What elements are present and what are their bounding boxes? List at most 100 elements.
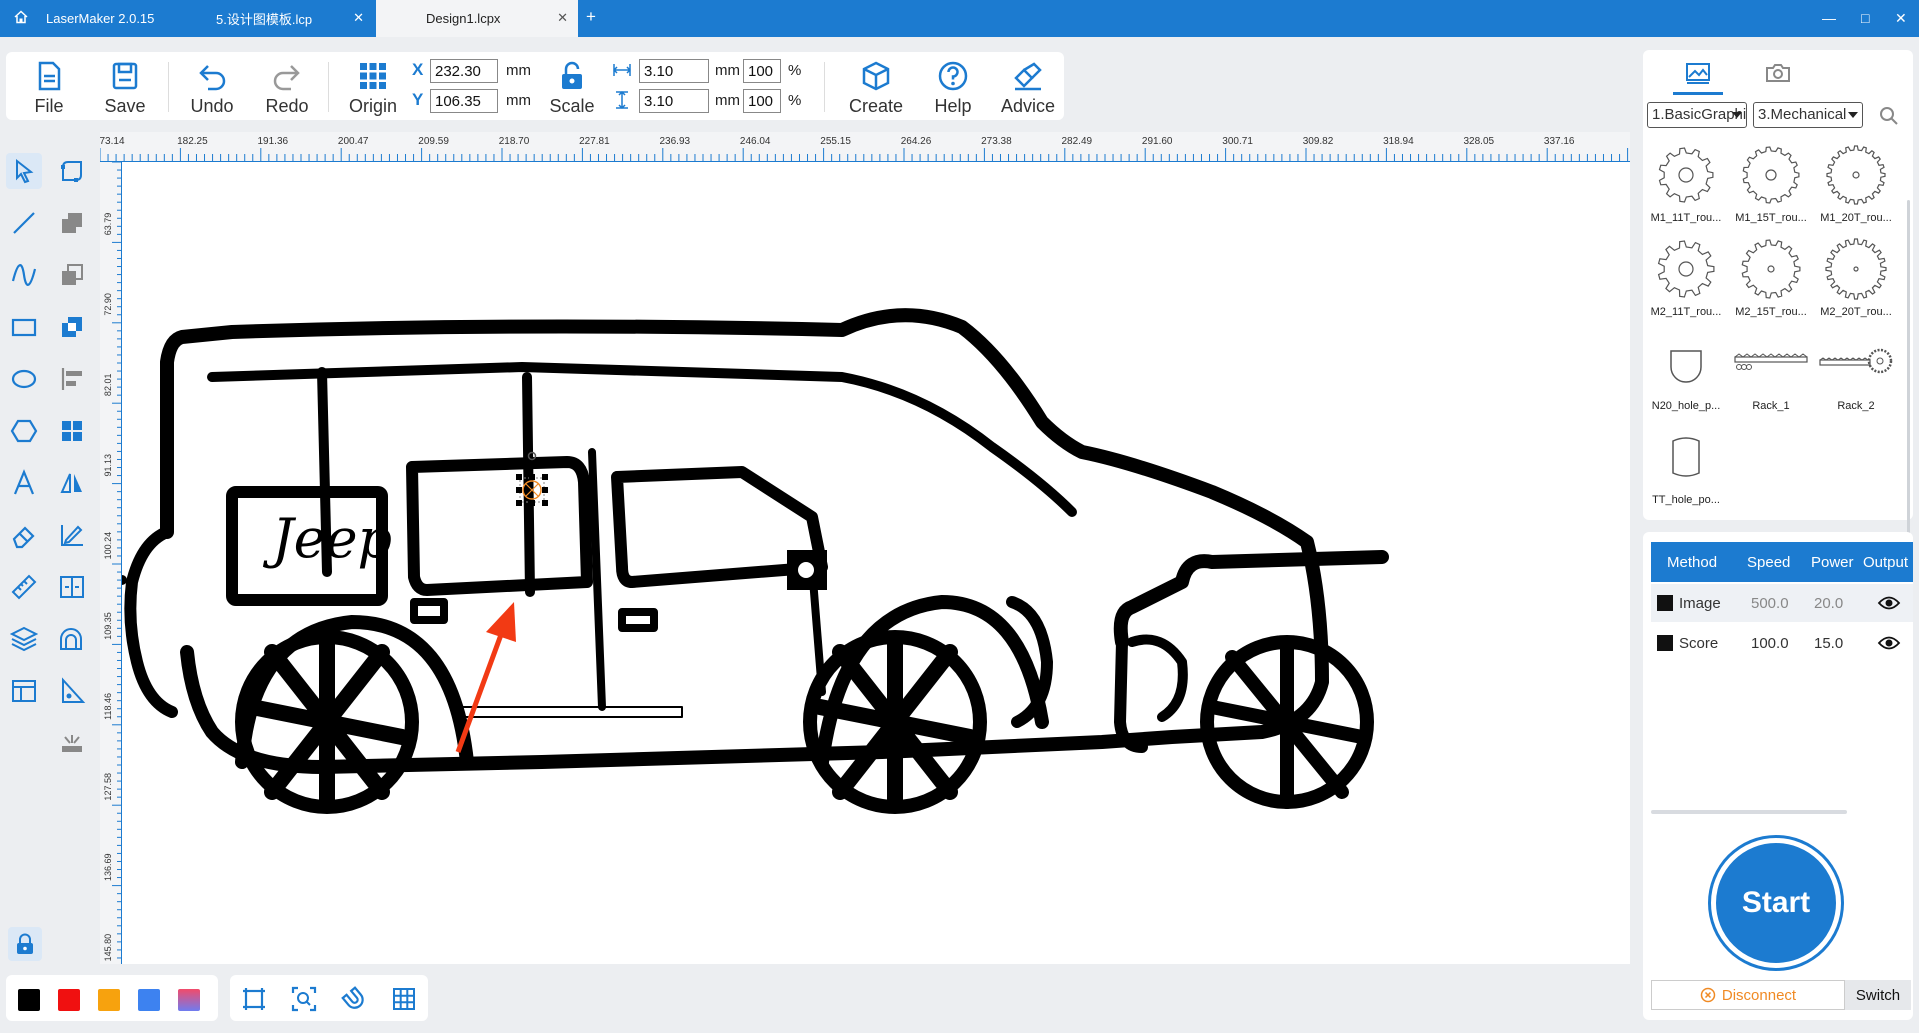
subcategory-dropdown[interactable]: 3.Mechanical: [1753, 102, 1863, 128]
ruler-icon: [11, 574, 37, 600]
layer-row[interactable]: Score 100.0 15.0: [1651, 624, 1913, 662]
eye-icon[interactable]: [1877, 634, 1901, 656]
library-item[interactable]: N20_hole_p...: [1645, 330, 1727, 420]
mirror-tool[interactable]: [54, 465, 90, 501]
signature-tool[interactable]: [54, 517, 90, 553]
search-icon[interactable]: [1879, 106, 1899, 131]
tab-home[interactable]: LaserMaker 2.0.15: [0, 0, 176, 37]
switch-button[interactable]: Switch: [1845, 980, 1911, 1010]
library-scrollbar[interactable]: [1907, 200, 1910, 570]
select-tool[interactable]: [6, 153, 42, 189]
origin-button[interactable]: Origin: [342, 56, 404, 118]
distribute-tool[interactable]: [54, 569, 90, 605]
library-tab-camera[interactable]: [1753, 56, 1803, 90]
width-input[interactable]: [639, 59, 709, 83]
help-button[interactable]: Help: [922, 56, 984, 118]
zoom-selection-button[interactable]: [288, 983, 320, 1015]
save-icon: [112, 62, 138, 90]
rectangle-icon: [11, 318, 37, 337]
ruler-tick-label: 136.69: [103, 853, 113, 881]
color-swatch-orange[interactable]: [98, 989, 120, 1011]
boolean-intersect-tool[interactable]: [54, 309, 90, 345]
width-percent-input[interactable]: [743, 59, 781, 83]
path-tool[interactable]: [54, 673, 90, 709]
library-item[interactable]: TT_hole_po...: [1645, 424, 1727, 514]
library-item[interactable]: Rack_1: [1730, 330, 1812, 420]
boolean-subtract-tool[interactable]: [54, 257, 90, 293]
layer-color-swatch[interactable]: [1657, 595, 1673, 611]
car-sketch-image[interactable]: Jeep: [122, 162, 1630, 964]
toolbar-divider: [168, 62, 169, 112]
tab-close-icon[interactable]: ✕: [557, 11, 568, 24]
snap-button[interactable]: [338, 983, 370, 1015]
polygon-tool[interactable]: [6, 413, 42, 449]
boolean-union-tool[interactable]: [54, 205, 90, 241]
fit-canvas-button[interactable]: [238, 983, 270, 1015]
scale-lock-button[interactable]: Scale: [541, 56, 603, 118]
height-input[interactable]: [639, 89, 709, 113]
line-tool[interactable]: [6, 205, 42, 241]
library-item[interactable]: M1_20T_rou...: [1815, 142, 1897, 232]
ellipse-tool[interactable]: [6, 361, 42, 397]
tab-template-file[interactable]: 5.设计图模板.lcp ✕: [178, 0, 374, 37]
layer-row[interactable]: Image 500.0 20.0: [1651, 584, 1913, 622]
advice-button[interactable]: Advice: [994, 56, 1062, 118]
magnet-icon: [341, 986, 364, 1009]
array-tool[interactable]: [54, 413, 90, 449]
save-button[interactable]: Save: [94, 56, 156, 118]
add-tab-icon[interactable]: +: [586, 8, 596, 25]
node-edit-tool[interactable]: [54, 153, 90, 189]
close-window-icon[interactable]: ✕: [1895, 10, 1907, 26]
library-item[interactable]: M1_11T_rou...: [1645, 142, 1727, 232]
maximize-icon[interactable]: □: [1861, 10, 1869, 26]
laser-icon: [62, 735, 82, 752]
tab-close-icon[interactable]: ✕: [353, 11, 364, 24]
file-button[interactable]: File: [18, 56, 80, 118]
y-position-input[interactable]: [430, 89, 498, 113]
rectangle-tool[interactable]: [6, 309, 42, 345]
text-tool[interactable]: [6, 465, 42, 501]
curve-tool[interactable]: [6, 257, 42, 293]
library-tab-graphics[interactable]: [1673, 56, 1723, 90]
help-label: Help: [934, 96, 972, 116]
grid-toggle-button[interactable]: [388, 983, 420, 1015]
toolbar-divider: [824, 62, 825, 112]
offset-tool[interactable]: [54, 621, 90, 657]
layer-color-swatch[interactable]: [1657, 635, 1673, 651]
help-icon: [938, 61, 968, 91]
color-swatch-black[interactable]: [18, 989, 40, 1011]
create-button[interactable]: Create: [842, 56, 910, 118]
vertical-ruler[interactable]: 63.79 72.90 82.01 91.13 100.24 109.35 118.46 12…: [100, 162, 122, 964]
boolean-union-icon: [62, 213, 82, 233]
x-position-input[interactable]: [430, 59, 498, 83]
design-canvas[interactable]: Jeep: [122, 162, 1630, 964]
category-dropdown[interactable]: 1.BasicGraphics: [1647, 102, 1747, 128]
height-percent-input[interactable]: [743, 89, 781, 113]
eraser-tool[interactable]: [6, 517, 42, 553]
color-swatch-gradient[interactable]: [178, 989, 200, 1011]
start-button[interactable]: Start: [1711, 838, 1841, 968]
layers-tool[interactable]: [6, 621, 42, 657]
gear-icon: [1825, 238, 1887, 300]
tab-design1[interactable]: Design1.lcpx ✕: [376, 0, 578, 37]
tab-label: Design1.lcpx: [426, 11, 501, 26]
library-item[interactable]: M2_11T_rou...: [1645, 236, 1727, 326]
lock-button[interactable]: [8, 927, 42, 961]
table-tool[interactable]: [6, 673, 42, 709]
laser-tool[interactable]: [54, 725, 90, 761]
align-tool[interactable]: [54, 361, 90, 397]
minimize-icon[interactable]: —: [1822, 10, 1836, 26]
library-item[interactable]: M1_15T_rou...: [1730, 142, 1812, 232]
color-swatch-red[interactable]: [58, 989, 80, 1011]
library-item[interactable]: M2_15T_rou...: [1730, 236, 1812, 326]
eye-icon[interactable]: [1877, 594, 1901, 616]
color-swatch-blue[interactable]: [138, 989, 160, 1011]
layers-scrollbar[interactable]: [1651, 810, 1847, 814]
undo-button[interactable]: Undo: [181, 56, 243, 118]
redo-button[interactable]: Redo: [256, 56, 318, 118]
horizontal-ruler[interactable]: 73.14 182.25 191.36 200.47 209.59 218.70 227.8…: [100, 132, 1630, 162]
ruler-tool[interactable]: [6, 569, 42, 605]
library-item[interactable]: M2_20T_rou...: [1815, 236, 1897, 326]
disconnect-button[interactable]: Disconnect: [1651, 980, 1845, 1010]
library-item[interactable]: Rack_2: [1815, 330, 1897, 420]
